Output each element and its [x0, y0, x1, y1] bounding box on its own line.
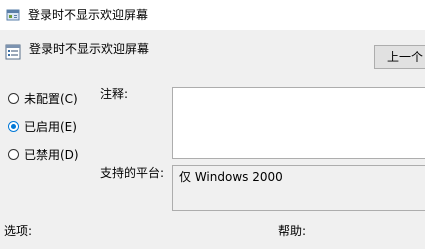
radio-label: 已启用(E): [24, 119, 77, 134]
radio-disabled[interactable]: 已禁用(D): [8, 145, 108, 163]
comment-textarea[interactable]: [172, 87, 425, 159]
comment-label: 注释:: [100, 87, 129, 101]
radio-label: 已禁用(D): [24, 147, 79, 162]
radio-enabled[interactable]: 已启用(E): [8, 117, 108, 135]
previous-setting-button[interactable]: 上一个: [374, 45, 425, 69]
options-label: 选项:: [4, 224, 33, 238]
window-title: 登录时不显示欢迎屏幕: [28, 8, 149, 22]
help-label: 帮助:: [278, 224, 307, 238]
policy-setting-icon: [5, 44, 21, 60]
radio-not-configured[interactable]: 未配置(C): [8, 89, 108, 107]
policy-name: 登录时不显示欢迎屏幕: [29, 42, 150, 56]
radio-label: 未配置(C): [24, 91, 78, 106]
radio-circle: [8, 92, 19, 104]
radio-circle: [8, 120, 19, 132]
group-policy-icon: [6, 9, 20, 21]
supported-on-label: 支持的平台:: [100, 166, 165, 180]
radio-circle: [8, 148, 19, 160]
supported-on-field: 仅 Windows 2000: [172, 165, 425, 211]
